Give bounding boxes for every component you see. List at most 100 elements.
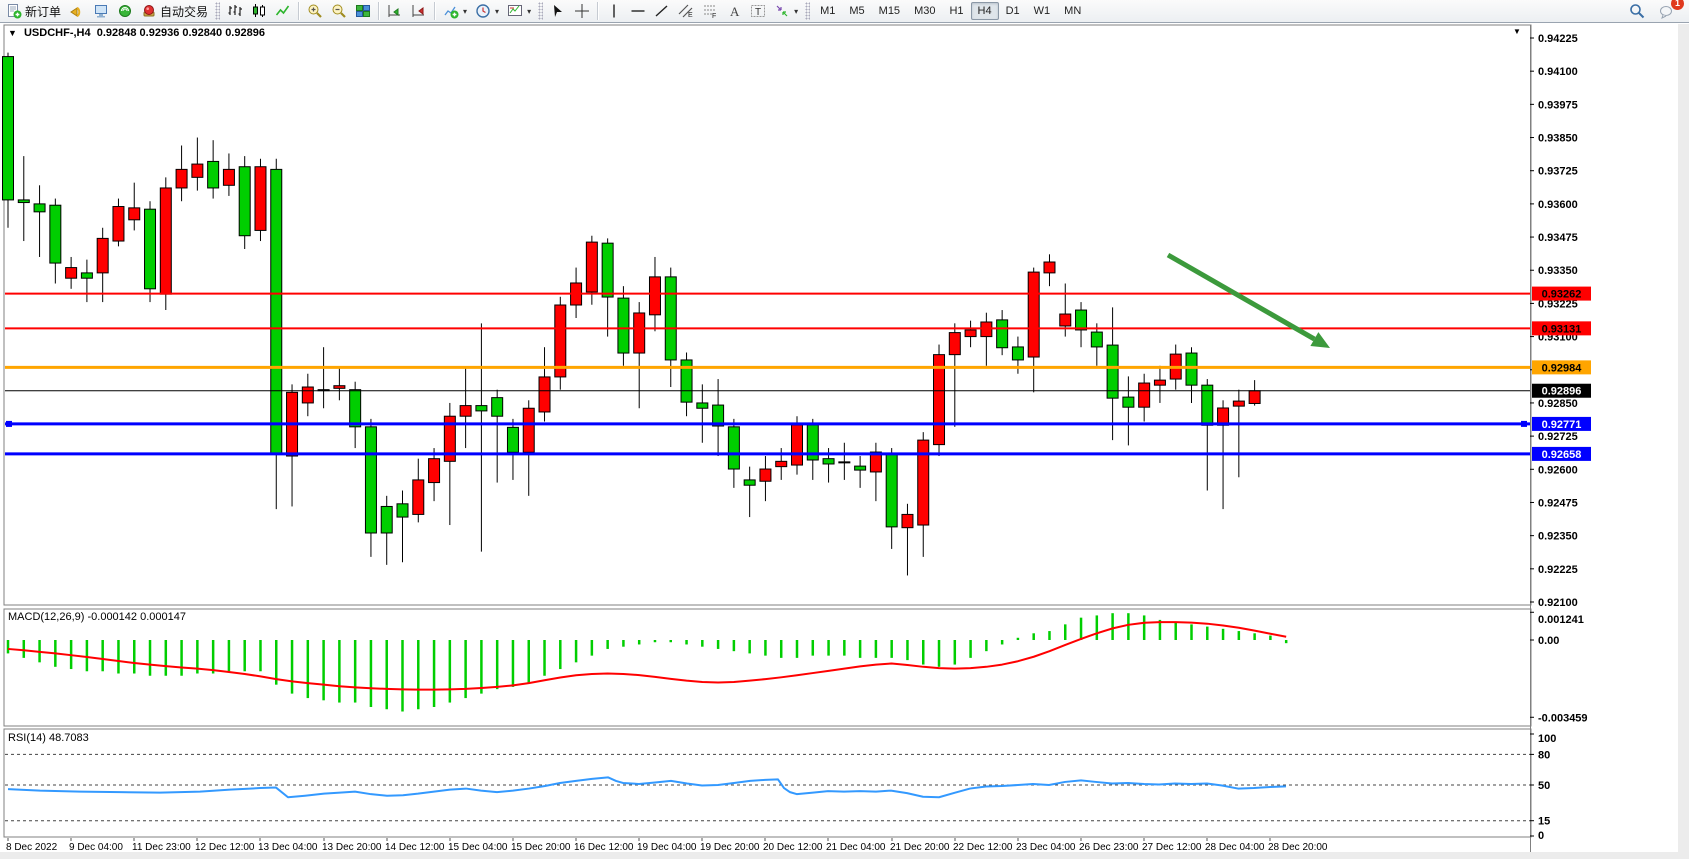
- price-axis[interactable]: 0.942250.941000.939750.938500.937250.936…: [1530, 33, 1578, 609]
- terminal-button[interactable]: [89, 0, 113, 22]
- time-tick-label: 15 Dec 20:00: [511, 842, 571, 853]
- chart-window[interactable]: 0.942250.941000.939750.938500.937250.936…: [0, 23, 1689, 859]
- bull-candle: [97, 238, 108, 273]
- price-tick-label: 0.94100: [1538, 66, 1578, 78]
- bull-candle: [255, 167, 266, 231]
- signals-button[interactable]: [113, 0, 137, 22]
- bull-candle: [1060, 314, 1071, 326]
- auto-scroll-button[interactable]: [383, 0, 407, 22]
- time-tick-label: 19 Dec 20:00: [700, 842, 760, 853]
- search-button[interactable]: [1625, 0, 1649, 22]
- templates-button[interactable]: ▾: [503, 0, 535, 22]
- bear-candle: [3, 57, 14, 200]
- zoom-out-button[interactable]: [327, 0, 351, 22]
- tile-windows-button[interactable]: [351, 0, 375, 22]
- chart-shift-marker[interactable]: ▼: [1513, 27, 1521, 36]
- time-tick-label: 22 Dec 12:00: [953, 842, 1013, 853]
- price-badge-label: 0.92658: [1542, 449, 1582, 461]
- bear-candle: [18, 200, 29, 203]
- macd-tick-label: 0.001241: [1538, 614, 1584, 626]
- symbol-menu-icon[interactable]: ▼: [8, 28, 17, 38]
- svg-text:A: A: [730, 4, 740, 19]
- text-label-button[interactable]: T: [746, 0, 770, 22]
- bull-candle: [776, 461, 787, 466]
- toolbar: 新订单自动交易▾▾▾EFAT▾M1M5M15M30H1H4D1W1MN1: [0, 0, 1689, 23]
- macd-indicator-label: MACD(12,26,9) -0.000142 0.000147: [8, 611, 186, 623]
- trendline-button[interactable]: [650, 0, 674, 22]
- timeframe-button-w1[interactable]: W1: [1027, 2, 1058, 20]
- bull-candle: [460, 406, 471, 417]
- window-right-strip: [1678, 24, 1689, 859]
- timeframe-button-h4[interactable]: H4: [971, 2, 999, 20]
- bear-candle: [855, 466, 866, 470]
- timeframe-button-mn[interactable]: MN: [1057, 2, 1088, 20]
- time-tick-label: 13 Dec 20:00: [322, 842, 382, 853]
- bear-candle: [365, 427, 376, 533]
- time-tick-label: 28 Dec 04:00: [1205, 842, 1265, 853]
- macd-pane[interactable]: [4, 609, 1531, 726]
- timeframe-button-m5[interactable]: M5: [842, 2, 871, 20]
- chart-shift-button[interactable]: [407, 0, 431, 22]
- horizontal-line-button[interactable]: [626, 0, 650, 22]
- cursor-button[interactable]: [546, 0, 570, 22]
- bar-chart-button[interactable]: [223, 0, 247, 22]
- tile-icon: [355, 3, 371, 19]
- bear-candle: [1107, 345, 1118, 398]
- bull-candle: [792, 425, 803, 465]
- line-handle[interactable]: [1521, 421, 1527, 427]
- bear-candle: [145, 209, 156, 289]
- chart-canvas[interactable]: 0.942250.941000.939750.938500.937250.936…: [0, 23, 1689, 859]
- bull-candle: [413, 480, 424, 515]
- bear-candle: [350, 390, 361, 427]
- arrows-button[interactable]: ▾: [770, 0, 802, 22]
- notification-badge: 1: [1671, 0, 1684, 10]
- chat-button[interactable]: 1: [1655, 0, 1679, 22]
- price-badge-label: 0.92896: [1542, 386, 1582, 398]
- time-axis[interactable]: 8 Dec 20229 Dec 04:0011 Dec 23:0012 Dec …: [6, 838, 1328, 853]
- time-tick-label: 21 Dec 20:00: [890, 842, 950, 853]
- vertical-line-button[interactable]: [602, 0, 626, 22]
- timeframe-button-h1[interactable]: H1: [942, 2, 970, 20]
- price-tick-label: 0.92225: [1538, 564, 1578, 576]
- bear-candle: [1091, 332, 1102, 347]
- bear-candle: [507, 427, 518, 452]
- price-badge-label: 0.92984: [1542, 362, 1583, 374]
- arrows-icon: [774, 3, 790, 19]
- bear-candle: [744, 480, 755, 485]
- bear-candle: [271, 169, 282, 453]
- new-order-button-label: 新订单: [25, 3, 61, 20]
- fibonacci-button[interactable]: F: [698, 0, 722, 22]
- chevron-down-icon: ▾: [495, 7, 499, 16]
- bear-candle: [602, 243, 613, 297]
- crosshair-button[interactable]: [570, 0, 594, 22]
- rsi-tick-label: 0: [1538, 830, 1544, 842]
- timeframe-button-m15[interactable]: M15: [872, 2, 907, 20]
- autotrading-button[interactable]: 自动交易: [137, 0, 212, 22]
- time-tick-label: 8 Dec 2022: [6, 842, 58, 853]
- neworder-icon: [6, 3, 22, 19]
- time-tick-label: 27 Dec 12:00: [1142, 842, 1202, 853]
- bull-candle: [1154, 380, 1165, 385]
- zoom-in-button[interactable]: [303, 0, 327, 22]
- indicators-button[interactable]: ▾: [439, 0, 471, 22]
- bear-candle: [886, 453, 897, 527]
- line-chart-button[interactable]: [271, 0, 295, 22]
- rsi-tick-label: 50: [1538, 780, 1550, 792]
- channel-button[interactable]: E: [674, 0, 698, 22]
- time-tick-label: 28 Dec 20:00: [1268, 842, 1328, 853]
- timeframe-button-m30[interactable]: M30: [907, 2, 942, 20]
- periods-button[interactable]: ▾: [471, 0, 503, 22]
- bull-candle: [192, 164, 203, 177]
- toolbar-grip: [215, 2, 220, 20]
- bull-candle: [129, 208, 140, 220]
- text-button[interactable]: A: [722, 0, 746, 22]
- bear-candle: [728, 427, 739, 469]
- bear-candle: [1012, 347, 1023, 360]
- main-pane[interactable]: [4, 25, 1531, 605]
- candlestick-chart-button[interactable]: [247, 0, 271, 22]
- sound-alert-button[interactable]: [65, 0, 89, 22]
- timeframe-button-d1[interactable]: D1: [999, 2, 1027, 20]
- line-handle[interactable]: [6, 421, 12, 427]
- timeframe-button-m1[interactable]: M1: [813, 2, 842, 20]
- new-order-button[interactable]: 新订单: [2, 0, 65, 22]
